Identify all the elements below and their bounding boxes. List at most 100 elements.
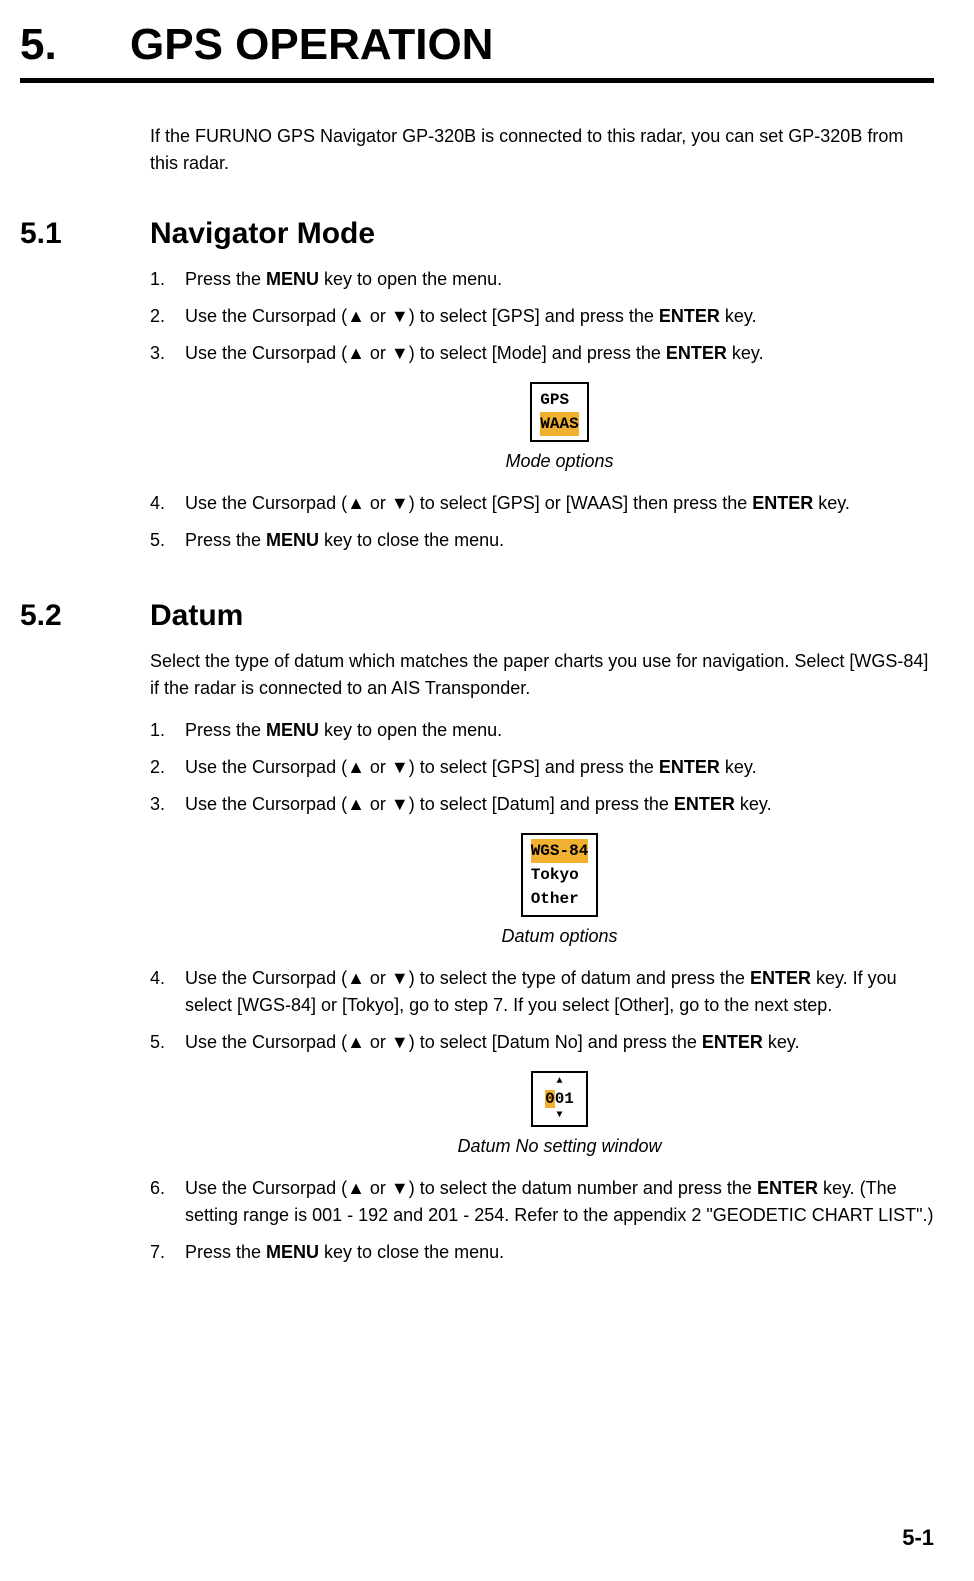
- section-number: 5.1: [20, 217, 150, 251]
- step-text: ) to select [GPS] and press the: [409, 306, 659, 326]
- step-text: ) to select [GPS] or [WAAS] then press t…: [409, 493, 752, 513]
- step-item: Press the MENU key to open the menu.: [150, 266, 934, 293]
- option-wgs84: WGS-84: [531, 839, 589, 863]
- step-item: Use the Cursorpad ( or ) to select [Mode…: [150, 340, 934, 475]
- section-intro: Select the type of datum which matches t…: [150, 648, 934, 702]
- step-item: Use the Cursorpad ( or ) to select [GPS]…: [150, 754, 934, 781]
- option-gps: GPS: [540, 388, 578, 412]
- down-triangle-icon: [391, 794, 409, 814]
- page-number: 5-1: [902, 1525, 934, 1551]
- step-text: ) to select [Mode] and press the: [409, 343, 666, 363]
- key-label: ENTER: [750, 968, 811, 988]
- option-other: Other: [531, 887, 589, 911]
- step-list: Press the MENU key to open the menu. Use…: [150, 717, 934, 1266]
- figure-caption: Mode options: [185, 448, 934, 475]
- step-text: ) to select the datum number and press t…: [409, 1178, 757, 1198]
- step-text: Use the Cursorpad (: [185, 306, 347, 326]
- section-title: Datum: [150, 599, 243, 633]
- datum-no-value: 001: [545, 1087, 574, 1111]
- step-text: Use the Cursorpad (: [185, 757, 347, 777]
- chapter-header: 5. GPS OPERATION: [20, 20, 934, 83]
- down-triangle-icon: [391, 306, 409, 326]
- step-text: key to open the menu.: [319, 269, 502, 289]
- step-text: key.: [813, 493, 850, 513]
- up-triangle-icon: [545, 1077, 574, 1087]
- step-text: Use the Cursorpad (: [185, 968, 347, 988]
- key-label: MENU: [266, 1242, 319, 1262]
- option-waas: WAAS: [540, 412, 578, 436]
- down-triangle-icon: [545, 1111, 574, 1121]
- step-item: Press the MENU key to close the menu.: [150, 1239, 934, 1266]
- step-text: Use the Cursorpad (: [185, 343, 347, 363]
- step-text: Press the: [185, 1242, 266, 1262]
- key-label: ENTER: [702, 1032, 763, 1052]
- up-triangle-icon: [347, 1178, 365, 1198]
- section-header: 5.1 Navigator Mode: [20, 217, 934, 251]
- step-text: key to close the menu.: [319, 530, 504, 550]
- step-text: ) to select the type of datum and press …: [409, 968, 750, 988]
- step-text: or: [365, 1032, 391, 1052]
- down-triangle-icon: [391, 493, 409, 513]
- section-navigator-mode: 5.1 Navigator Mode Press the MENU key to…: [150, 217, 934, 554]
- up-triangle-icon: [347, 1032, 365, 1052]
- chapter-title: GPS OPERATION: [130, 20, 493, 70]
- mode-options-box: GPS WAAS: [530, 382, 588, 442]
- down-triangle-icon: [391, 1032, 409, 1052]
- key-label: ENTER: [659, 757, 720, 777]
- figure-caption: Datum No setting window: [185, 1133, 934, 1160]
- intro-paragraph: If the FURUNO GPS Navigator GP-320B is c…: [150, 123, 934, 177]
- option-tokyo: Tokyo: [531, 863, 589, 887]
- step-text: Use the Cursorpad (: [185, 493, 347, 513]
- step-text: ) to select [Datum] and press the: [409, 794, 674, 814]
- down-triangle-icon: [391, 343, 409, 363]
- step-text: key.: [763, 1032, 800, 1052]
- step-text: key.: [735, 794, 772, 814]
- up-triangle-icon: [347, 493, 365, 513]
- figure-mode-options: GPS WAAS Mode options: [185, 382, 934, 475]
- step-text: or: [365, 1178, 391, 1198]
- step-text: or: [365, 968, 391, 988]
- step-text: or: [365, 794, 391, 814]
- step-item: Use the Cursorpad ( or ) to select [GPS]…: [150, 303, 934, 330]
- step-text: Press the: [185, 530, 266, 550]
- step-text: or: [365, 343, 391, 363]
- down-triangle-icon: [391, 1178, 409, 1198]
- step-item: Use the Cursorpad ( or ) to select [Datu…: [150, 791, 934, 950]
- down-triangle-icon: [391, 968, 409, 988]
- step-text: or: [365, 493, 391, 513]
- step-text: Press the: [185, 720, 266, 740]
- key-label: MENU: [266, 530, 319, 550]
- section-number: 5.2: [20, 599, 150, 633]
- up-triangle-icon: [347, 757, 365, 777]
- key-label: ENTER: [752, 493, 813, 513]
- key-label: ENTER: [757, 1178, 818, 1198]
- key-label: MENU: [266, 720, 319, 740]
- step-item: Use the Cursorpad ( or ) to select [GPS]…: [150, 490, 934, 517]
- step-item: Press the MENU key to open the menu.: [150, 717, 934, 744]
- up-triangle-icon: [347, 794, 365, 814]
- step-text: Use the Cursorpad (: [185, 794, 347, 814]
- step-text: key.: [720, 757, 757, 777]
- step-text: Use the Cursorpad (: [185, 1032, 347, 1052]
- step-text: ) to select [Datum No] and press the: [409, 1032, 702, 1052]
- step-text: Use the Cursorpad (: [185, 1178, 347, 1198]
- step-item: Use the Cursorpad ( or ) to select [Datu…: [150, 1029, 934, 1160]
- key-label: ENTER: [666, 343, 727, 363]
- step-item: Press the MENU key to close the menu.: [150, 527, 934, 554]
- section-datum: 5.2 Datum Select the type of datum which…: [150, 599, 934, 1266]
- step-item: Use the Cursorpad ( or ) to select the t…: [150, 965, 934, 1019]
- step-text: key to open the menu.: [319, 720, 502, 740]
- key-label: ENTER: [674, 794, 735, 814]
- up-triangle-icon: [347, 343, 365, 363]
- datum-no-box: 001: [531, 1071, 588, 1127]
- down-triangle-icon: [391, 757, 409, 777]
- key-label: ENTER: [659, 306, 720, 326]
- section-header: 5.2 Datum: [20, 599, 934, 633]
- step-text: or: [365, 306, 391, 326]
- step-text: or: [365, 757, 391, 777]
- step-text: key to close the menu.: [319, 1242, 504, 1262]
- figure-caption: Datum options: [185, 923, 934, 950]
- key-label: MENU: [266, 269, 319, 289]
- step-text: key.: [720, 306, 757, 326]
- up-triangle-icon: [347, 968, 365, 988]
